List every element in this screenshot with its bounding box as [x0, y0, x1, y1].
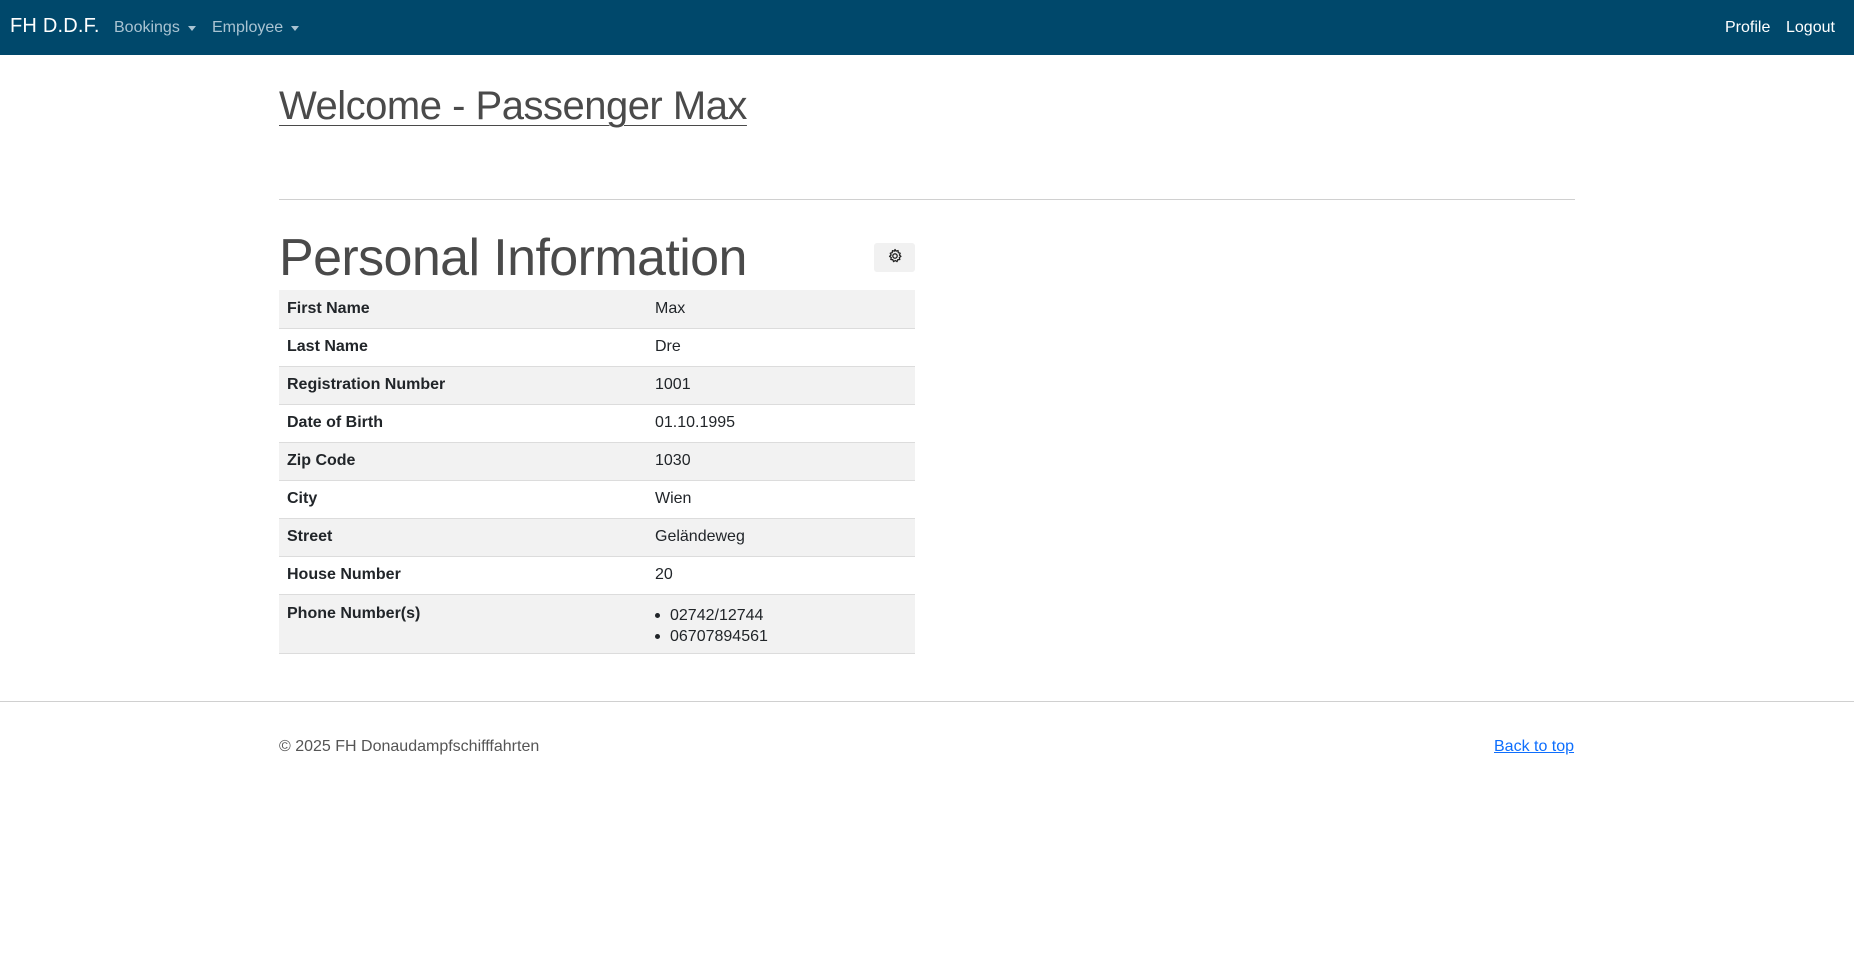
table-row: Phone Number(s) 02742/12744 06707894561: [279, 594, 915, 654]
footer-divider: [0, 701, 1854, 702]
table-row: House Number 20: [279, 556, 915, 595]
row-value: 1030: [647, 442, 915, 481]
table-row: First Name Max: [279, 290, 915, 329]
logout-link[interactable]: Logout: [1786, 19, 1835, 37]
chevron-down-icon: [187, 25, 196, 31]
row-label: Zip Code: [279, 442, 647, 481]
list-item: 02742/12744: [655, 605, 907, 626]
welcome-heading[interactable]: Welcome - Passenger Max: [279, 84, 747, 129]
row-value: 20: [647, 556, 915, 595]
row-label: Street: [279, 518, 647, 557]
row-label: City: [279, 480, 647, 519]
profile-link[interactable]: Profile: [1725, 19, 1770, 37]
row-value: 02742/12744 06707894561: [647, 594, 915, 654]
phone-number: 02742/12744: [670, 606, 764, 624]
list-item: 06707894561: [655, 626, 907, 647]
back-to-top-link[interactable]: Back to top: [1494, 738, 1574, 756]
chevron-down-icon: [291, 25, 300, 31]
brand-link[interactable]: FH D.D.F.: [10, 15, 100, 38]
bullet-icon: [655, 633, 660, 639]
employee-dropdown[interactable]: Employee: [212, 19, 300, 37]
row-label: Registration Number: [279, 366, 647, 405]
bookings-dropdown[interactable]: Bookings: [114, 19, 196, 37]
row-value: 01.10.1995: [647, 404, 915, 443]
table-row: Zip Code 1030: [279, 442, 915, 481]
row-value: Dre: [647, 328, 915, 367]
personal-info-table: First Name Max Last Name Dre Registratio…: [279, 290, 915, 654]
copyright-text: © 2025 FH Donaudampfschifffahrten: [279, 738, 540, 755]
table-row: Date of Birth 01.10.1995: [279, 404, 915, 443]
phone-list: 02742/12744 06707894561: [655, 605, 907, 647]
row-label: Last Name: [279, 328, 647, 367]
table-row: Last Name Dre: [279, 328, 915, 367]
settings-button[interactable]: [874, 243, 915, 272]
row-label: Date of Birth: [279, 404, 647, 443]
row-value: Geländeweg: [647, 518, 915, 557]
table-row: Registration Number 1001: [279, 366, 915, 405]
row-label: Phone Number(s): [279, 594, 647, 654]
bookings-dropdown-label: Bookings: [114, 19, 180, 36]
phone-number: 06707894561: [670, 627, 768, 645]
row-value: Max: [647, 290, 915, 329]
row-value: Wien: [647, 480, 915, 519]
bullet-icon: [655, 612, 660, 618]
gear-icon: [887, 248, 903, 267]
row-label: House Number: [279, 556, 647, 595]
top-navbar: FH D.D.F. Bookings Employee Profile Logo…: [0, 0, 1854, 55]
table-row: City Wien: [279, 480, 915, 519]
row-value: 1001: [647, 366, 915, 405]
row-label: First Name: [279, 290, 647, 329]
table-row: Street Geländeweg: [279, 518, 915, 557]
section-title: Personal Information: [279, 229, 747, 287]
divider: [279, 199, 1575, 200]
employee-dropdown-label: Employee: [212, 19, 284, 36]
